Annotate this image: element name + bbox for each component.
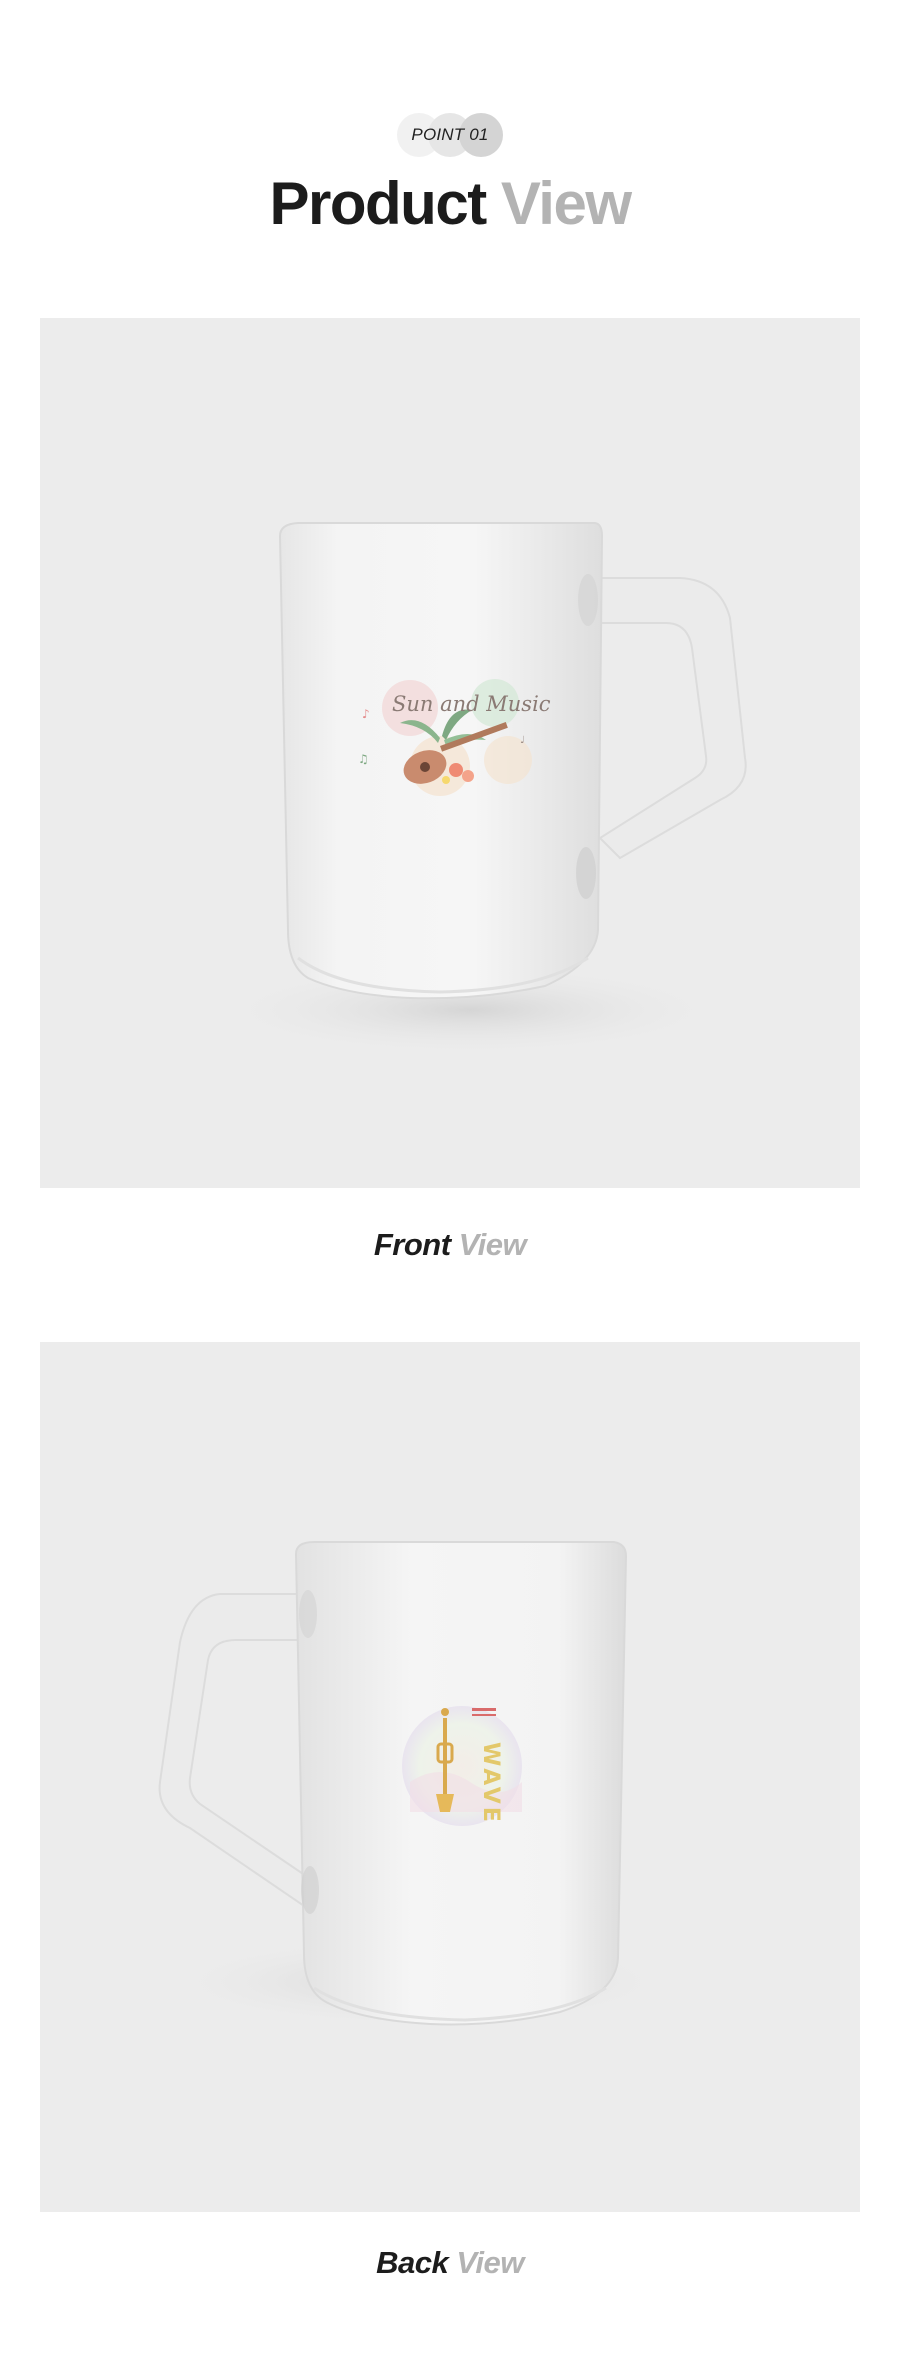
wave-text: WAVE <box>478 1742 503 1825</box>
front-mug-illustration: Sun and Music ♪ ♫ ♩ <box>210 522 747 1056</box>
back-caption-accent: View <box>456 2245 524 2280</box>
wave-artwork: WAVE <box>402 1706 522 1826</box>
page-title: Product View <box>0 168 900 240</box>
front-view-caption: Front View <box>0 1227 900 1263</box>
back-caption-main: Back <box>376 2245 449 2280</box>
page-title-main: Product <box>269 170 488 237</box>
svg-text:♩: ♩ <box>520 735 525 746</box>
point-badge-label: POINT 01 <box>411 125 489 144</box>
back-mug-illustration: WAVE <box>158 1541 680 2028</box>
svg-text:♫: ♫ <box>358 752 369 766</box>
front-view-image: Sun and Music ♪ ♫ ♩ <box>40 318 860 1188</box>
svg-text:♪: ♪ <box>362 707 370 721</box>
point-badge: POINT 01 <box>397 113 503 157</box>
back-view-caption: Back View <box>0 2245 900 2281</box>
front-caption-main: Front <box>373 1227 451 1262</box>
page-title-accent: View <box>500 170 632 237</box>
back-view-image: WAVE <box>40 1342 860 2212</box>
sun-and-music-text: Sun and Music <box>392 692 551 716</box>
front-caption-accent: View <box>458 1227 527 1262</box>
